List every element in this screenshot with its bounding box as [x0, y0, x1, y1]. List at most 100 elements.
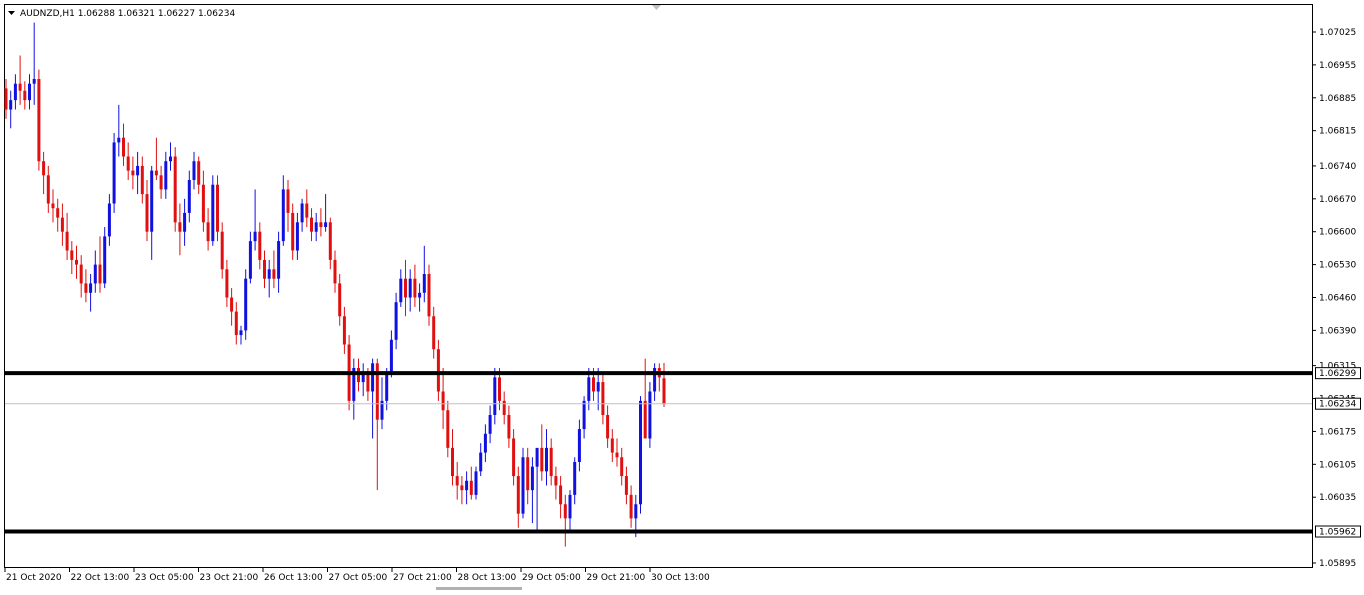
x-tick-label: 28 Oct 13:00: [458, 573, 517, 583]
candle-body: [648, 391, 652, 439]
candle-body: [164, 161, 168, 190]
candle-body: [183, 212, 187, 232]
candle-body: [446, 410, 450, 448]
y-tick-label: 1.05895: [1319, 559, 1356, 569]
x-tick-label: 26 Oct 13:00: [264, 573, 323, 583]
y-tick-label: 1.06175: [1319, 427, 1356, 437]
candle-body: [98, 264, 102, 284]
candle-body: [540, 447, 544, 472]
candle-body: [530, 466, 534, 491]
candle: [474, 466, 478, 500]
x-tick-label: 23 Oct 05:00: [135, 573, 194, 583]
x-tick-label: 22 Oct 13:00: [71, 573, 130, 583]
candle-body: [4, 88, 8, 110]
candle-body: [526, 457, 530, 491]
candle-body: [545, 447, 548, 472]
candle-body: [483, 433, 487, 453]
candle-body: [159, 175, 163, 190]
candle-body: [662, 378, 666, 404]
candle-body: [70, 250, 74, 260]
price-axis: 1.07025 1.06955 1.06885 1.06815 1.06740 1.066…: [1312, 28, 1361, 569]
candle-body: [79, 264, 83, 284]
candle-body: [399, 278, 403, 303]
candle-body: [629, 494, 633, 519]
candle-body: [103, 236, 107, 284]
y-tick-label: 1.06105: [1319, 460, 1356, 470]
candle-body: [342, 316, 346, 345]
candle-body: [587, 377, 591, 401]
candle-body: [136, 165, 140, 176]
candle-body: [131, 170, 135, 176]
candle-body: [75, 259, 78, 265]
candle-body: [610, 438, 614, 453]
candle: [648, 382, 652, 448]
candle-body: [568, 494, 572, 519]
candle-body: [18, 83, 22, 91]
candle-body: [140, 165, 144, 195]
candle-body: [498, 377, 501, 401]
candle-body: [89, 283, 93, 293]
candle-body: [385, 372, 389, 401]
level-price-tag: 1.05962: [1319, 528, 1356, 538]
candle-body: [28, 83, 31, 101]
candle-body: [333, 259, 337, 284]
horizontal-scroll-indicator[interactable]: [436, 587, 522, 590]
candle-body: [502, 400, 506, 415]
candle-body: [624, 476, 628, 495]
candle-body: [60, 217, 64, 232]
y-tick-label: 1.06955: [1319, 61, 1356, 71]
candle-body: [371, 363, 375, 392]
candle-body: [248, 241, 252, 279]
candle-body: [150, 170, 154, 232]
x-tick-label: 23 Oct 21:00: [200, 573, 259, 583]
candle-body: [620, 457, 624, 477]
candle-body: [9, 100, 13, 110]
chart-window: AUDNZD,H1 1.06288 1.06321 1.06227 1.0623…: [0, 0, 1364, 591]
candle-body: [488, 414, 492, 434]
candle-body: [225, 269, 229, 298]
y-tick-label: 1.06670: [1319, 195, 1356, 205]
y-tick-label: 1.06460: [1319, 294, 1356, 304]
candle-body: [117, 137, 121, 143]
candle-body: [474, 471, 478, 495]
candle-body: [267, 269, 271, 279]
y-tick-label: 1.06390: [1319, 326, 1356, 336]
candlestick-chart: AUDNZD,H1 1.06288 1.06321 1.06227 1.0623…: [4, 4, 1361, 590]
x-tick-label: 27 Oct 21:00: [393, 573, 452, 583]
candle-body: [51, 203, 55, 209]
candle: [112, 133, 116, 213]
candle-body: [65, 231, 69, 251]
candle-body: [169, 156, 172, 162]
candle-body: [413, 278, 417, 298]
candle-body: [366, 372, 370, 392]
candle-body: [643, 400, 647, 439]
candle-body: [32, 78, 36, 84]
candle-body: [42, 161, 46, 176]
candle-body: [281, 189, 285, 242]
candle-body: [465, 480, 469, 491]
candle-body: [211, 184, 215, 242]
candle-body: [220, 231, 224, 270]
candle-body: [451, 447, 454, 477]
candle-body: [493, 377, 497, 415]
candle-body: [154, 170, 158, 176]
candle-body: [469, 480, 473, 495]
candle: [173, 147, 177, 232]
candle-body: [535, 447, 539, 467]
candle-body: [295, 222, 299, 251]
candle-body: [206, 222, 210, 242]
current-price-tag: 1.06234: [1319, 400, 1356, 410]
candle-body: [559, 485, 563, 505]
x-tick-label: 27 Oct 05:00: [329, 573, 388, 583]
time-axis: 21 Oct 2020 22 Oct 13:00 23 Oct 05:00 23 Oc…: [4, 567, 710, 583]
x-tick-label: 21 Oct 2020: [6, 573, 62, 583]
candle-body: [263, 259, 266, 279]
candle-body: [230, 297, 234, 312]
candle-body: [178, 222, 182, 232]
level-price-tag: 1.06299: [1319, 369, 1356, 379]
x-tick-label: 29 Oct 05:00: [522, 573, 581, 583]
candle-body: [112, 142, 116, 204]
candle: [216, 175, 219, 242]
y-tick-label: 1.07025: [1319, 28, 1356, 38]
candle-body: [305, 203, 309, 218]
